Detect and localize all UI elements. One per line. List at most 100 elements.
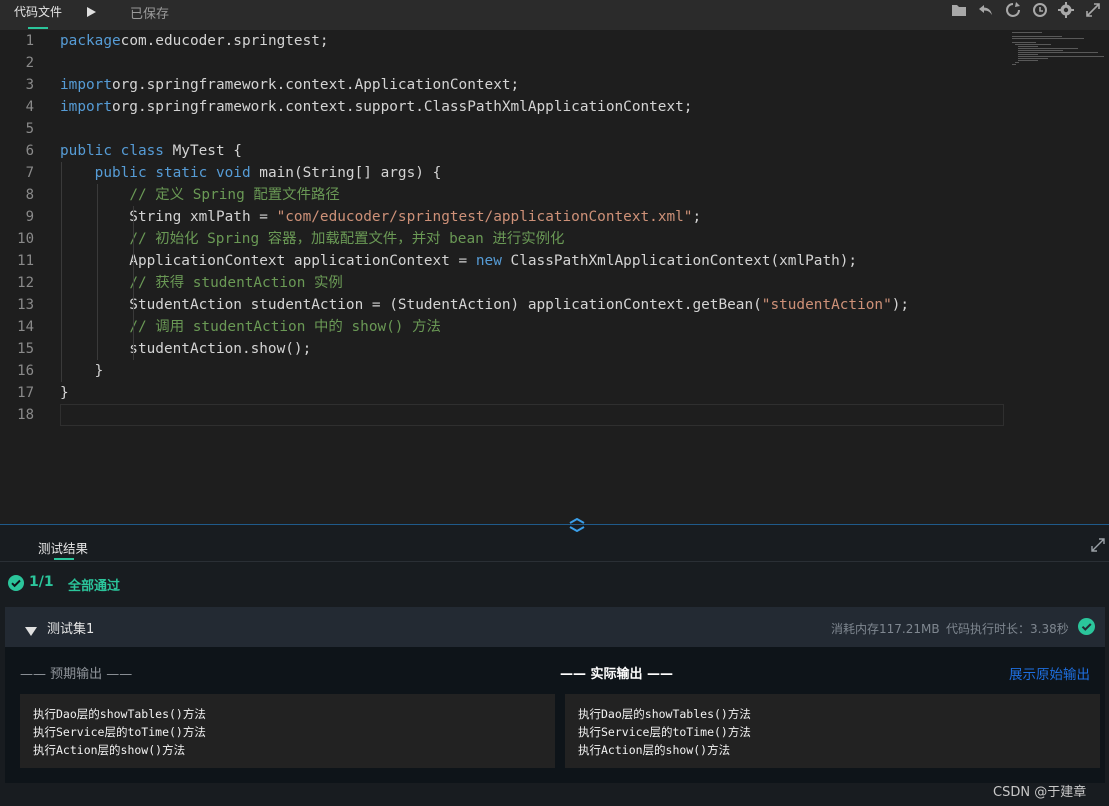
- code-token: );: [891, 297, 910, 313]
- line-number: 8: [25, 187, 34, 203]
- code-line[interactable]: // 获得 studentAction 实例: [60, 272, 343, 294]
- code-token: void: [215, 165, 251, 181]
- tab-code-file[interactable]: 代码文件: [14, 3, 62, 20]
- line-number: 3: [25, 77, 34, 93]
- memory-usage: 消耗内存117.21MB: [831, 622, 940, 636]
- show-raw-output-link[interactable]: 展示原始输出: [1009, 663, 1090, 683]
- undo-icon[interactable]: [977, 1, 995, 19]
- line-number: 6: [25, 143, 34, 159]
- code-token: "studentAction": [761, 297, 892, 313]
- code-line[interactable]: packagecom.educoder.springtest;: [60, 30, 329, 52]
- history-icon[interactable]: [1031, 1, 1049, 19]
- run-icon[interactable]: [84, 4, 98, 18]
- line-number: 1: [25, 33, 34, 49]
- code-token: package: [60, 33, 121, 49]
- minimap[interactable]: [1008, 30, 1108, 70]
- code-token: "com/educoder/springtest/applicationCont…: [276, 209, 693, 225]
- code-token: StudentAction studentAction = (StudentAc…: [60, 297, 762, 313]
- code-token: main(String[] args) {: [250, 165, 442, 181]
- line-number: 17: [17, 385, 34, 401]
- line-number: 18: [17, 407, 34, 423]
- tab-test-results[interactable]: 测试结果: [38, 538, 88, 557]
- code-line[interactable]: String xmlPath = "com/educoder/springtes…: [60, 206, 701, 228]
- test-suite-header[interactable]: 测试集1 消耗内存117.21MB 代码执行时长：3.38秒: [5, 607, 1105, 647]
- code-token: import: [60, 77, 112, 93]
- active-tab-indicator: [28, 27, 48, 29]
- watermark: CSDN @于建章: [993, 785, 1087, 800]
- caret-down-icon[interactable]: [25, 622, 37, 636]
- code-token: public: [94, 165, 147, 181]
- pass-count: 1/1: [29, 574, 54, 590]
- code-token: com.educoder.springtest;: [120, 33, 329, 49]
- code-token: MyTest {: [163, 143, 242, 159]
- code-line[interactable]: StudentAction studentAction = (StudentAc…: [60, 294, 909, 316]
- refresh-icon[interactable]: [1004, 1, 1022, 19]
- expand-icon[interactable]: [1090, 537, 1106, 553]
- output-line: 执行Service层的toTime()方法: [33, 725, 206, 739]
- line-number: 13: [17, 297, 34, 313]
- output-line: 执行Dao层的showTables()方法: [33, 707, 206, 721]
- divider: [0, 561, 1109, 562]
- current-line-highlight: [60, 404, 1004, 426]
- active-tab-indicator: [54, 558, 74, 560]
- line-number: 2: [25, 55, 34, 71]
- code-token: // 调用 studentAction 中的 show() 方法: [129, 319, 441, 335]
- code-token: import: [60, 99, 112, 115]
- code-token: // 初始化 Spring 容器，加载配置文件，并对 bean 进行实例化: [129, 231, 565, 247]
- code-line[interactable]: // 调用 studentAction 中的 show() 方法: [60, 316, 441, 338]
- code-token: }: [60, 385, 69, 401]
- code-line[interactable]: importorg.springframework.context.suppor…: [60, 96, 692, 118]
- check-circle-icon: [1078, 618, 1095, 635]
- code-token: }: [60, 363, 104, 379]
- code-editor[interactable]: 1 2 3 4 5 6 7 8 9 10 11 12 13 14 15 16 17 18 packagecom.e…: [0, 30, 1109, 524]
- editor-toolbar: 代码文件 已保存: [0, 0, 1109, 30]
- expected-output-box: 执行Dao层的showTables()方法 执行Service层的toTime(…: [20, 694, 555, 768]
- indent-guide: [133, 206, 134, 360]
- gear-icon[interactable]: [1057, 1, 1075, 19]
- test-suite-name: 测试集1: [47, 622, 95, 637]
- line-number: 5: [25, 121, 34, 137]
- line-number: 4: [25, 99, 34, 115]
- actual-output-box: 执行Dao层的showTables()方法 执行Service层的toTime(…: [565, 694, 1100, 768]
- fullscreen-icon[interactable]: [1084, 1, 1102, 19]
- code-line[interactable]: }: [60, 382, 69, 404]
- panel-resize-handle-icon[interactable]: [566, 517, 588, 533]
- code-line[interactable]: ApplicationContext applicationContext = …: [60, 250, 857, 272]
- check-circle-icon: [8, 575, 24, 591]
- test-suite: 测试集1 消耗内存117.21MB 代码执行时长：3.38秒 —— 预期输出 —…: [5, 607, 1105, 783]
- code-line[interactable]: // 初始化 Spring 容器，加载配置文件，并对 bean 进行实例化: [60, 228, 564, 250]
- line-number: 10: [17, 231, 34, 247]
- code-token: String xmlPath =: [60, 209, 277, 225]
- line-number: 15: [17, 341, 34, 357]
- line-number: 11: [17, 253, 34, 269]
- code-line[interactable]: importorg.springframework.context.Applic…: [60, 74, 519, 96]
- line-number: 12: [17, 275, 34, 291]
- code-token: class: [120, 143, 164, 159]
- execution-time: 代码执行时长：3.38秒: [946, 622, 1069, 636]
- expected-output-title: —— 预期输出 ——: [20, 667, 133, 682]
- code-line[interactable]: // 定义 Spring 配置文件路径: [60, 184, 339, 206]
- code-token: org.springframework.context.ApplicationC…: [111, 77, 520, 93]
- line-number: 7: [25, 165, 34, 181]
- code-token: ApplicationContext applicationContext =: [60, 253, 476, 269]
- output-line: 执行Dao层的showTables()方法: [578, 707, 751, 721]
- indent-guide: [97, 184, 98, 360]
- code-line[interactable]: public static void main(String[] args) {: [60, 162, 442, 184]
- code-line[interactable]: public class MyTest {: [60, 140, 242, 162]
- save-status: 已保存: [130, 7, 170, 22]
- code-token: static: [155, 165, 208, 181]
- code-token: new: [475, 253, 502, 269]
- test-results-panel: 测试结果 1/1 全部通过 测试集1 消耗内存117.21MB 代码执行时长：3…: [0, 517, 1109, 806]
- folder-icon[interactable]: [950, 1, 968, 19]
- code-line[interactable]: }: [60, 360, 104, 382]
- code-token: ClassPathXmlApplicationContext(xmlPath);: [501, 253, 858, 269]
- output-line: 执行Action层的show()方法: [33, 743, 186, 757]
- code-token: ;: [692, 209, 702, 225]
